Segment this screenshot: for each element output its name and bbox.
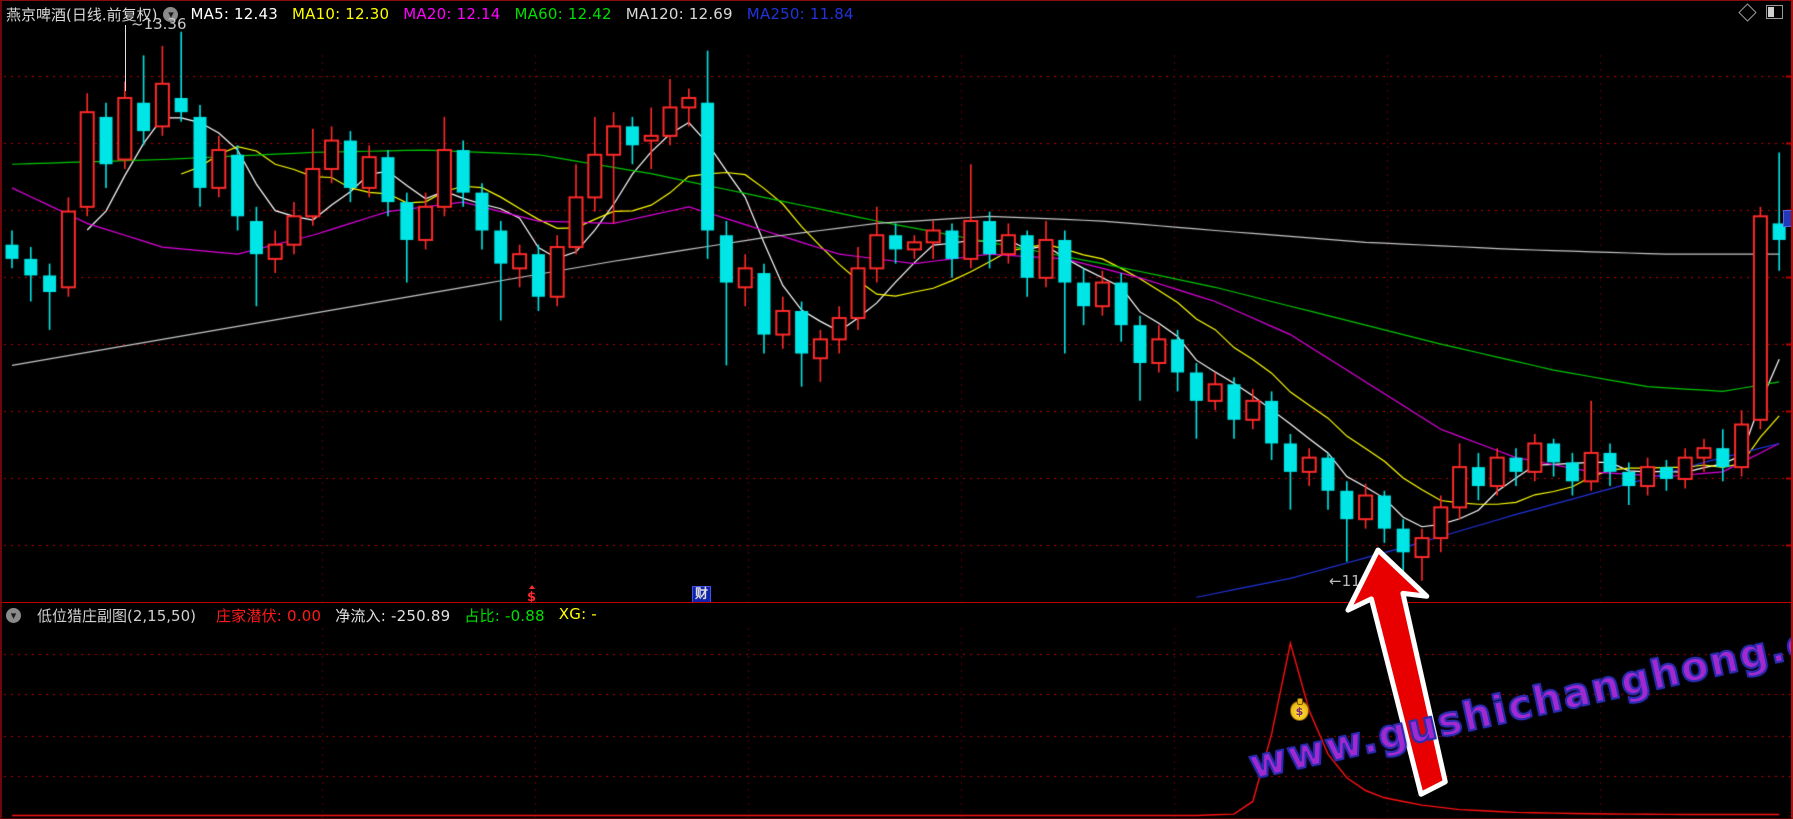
ma-values-row: MA5: 12.43 MA10: 12.30 MA20: 12.14 MA60: 12…: [190, 5, 853, 23]
high-annotation-leader-line: [125, 25, 126, 91]
indicator-collapse-chevron-icon[interactable]: ▾: [6, 608, 21, 623]
ma-value-2: MA20: 12.14: [403, 5, 500, 23]
indicator-fields-row: 庄家潜伏: 0.00 净流入: -250.89 占比: -0.88 XG: -: [216, 605, 597, 626]
indicator-field-0: 庄家潜伏: 0.00: [216, 605, 321, 626]
header-corner-icons: [1741, 5, 1783, 19]
indicator-panel-header: ▾ 低位猎庄副图(2,15,50) 庄家潜伏: 0.00 净流入: -250.89…: [2, 603, 1791, 628]
current-price-tag: [1783, 210, 1793, 227]
ma-value-5: MA250: 11.84: [747, 5, 854, 23]
low-price-annotation: ←11: [1329, 572, 1361, 590]
main-chart-header: 燕京啤酒(日线.前复权) ▾ MA5: 12.43MA10: 12.30MA20…: [2, 1, 1791, 27]
finance-marker[interactable]: 财: [692, 586, 711, 603]
ma-value-4: MA120: 12.69: [626, 5, 733, 23]
high-price-annotation: ~13.36: [131, 15, 187, 33]
ma-value-0: MA5: 12.43: [190, 5, 278, 23]
ma-value-1: MA10: 12.30: [292, 5, 389, 23]
indicator-name: 低位猎庄副图(2,15,50): [37, 605, 196, 626]
ma-value-3: MA60: 12.42: [515, 5, 612, 23]
money-bag-icon: $: [1290, 701, 1309, 721]
indicator-field-3: XG: -: [559, 605, 597, 626]
split-window-icon[interactable]: [1766, 5, 1783, 19]
indicator-field-2: 占比: -0.88: [464, 605, 544, 626]
main-candlestick-canvas[interactable]: [4, 27, 1793, 602]
indicator-field-1: 净流入: -250.89: [335, 605, 450, 626]
diamond-icon[interactable]: [1738, 3, 1756, 21]
stock-app-window: 燕京啤酒(日线.前复权) ▾ MA5: 12.43MA10: 12.30MA20…: [0, 0, 1793, 819]
